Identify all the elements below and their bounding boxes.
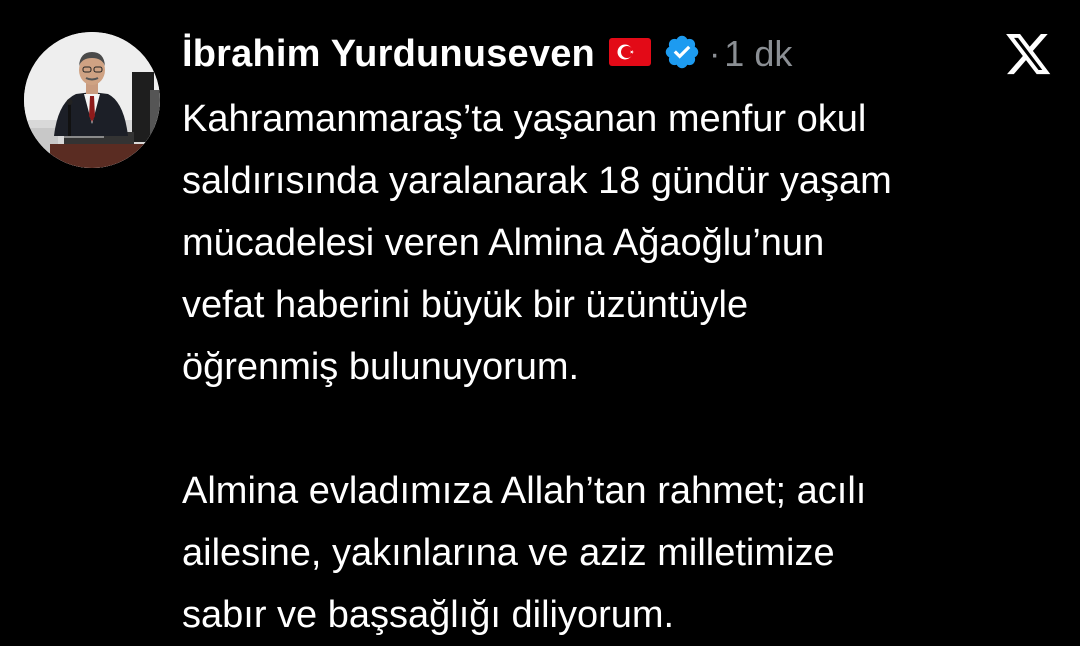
verified-badge-icon — [663, 33, 701, 76]
post-text-line: saldırısında yaralanarak 18 gündür yaşam — [182, 160, 892, 202]
post-text-line: sabır ve başsağlığı diliyorum. — [182, 594, 675, 636]
post-text-line: Kahramanmaraş’ta yaşanan menfur okul — [182, 98, 867, 140]
x-logo-icon[interactable] — [1006, 34, 1052, 76]
turkey-flag-icon — [608, 37, 651, 71]
post-text-line: vefat haberini büyük bir üzüntüyle — [182, 284, 749, 326]
post-time[interactable]: 1 dk — [724, 33, 792, 75]
post-text-line: Almina evladımıza Allah’tan rahmet; acıl… — [182, 470, 867, 512]
author-name[interactable]: İbrahim Yurdunuseven — [182, 33, 595, 76]
author-avatar[interactable] — [24, 32, 160, 168]
post-header: İbrahim Yurdunuseven · 1 dk — [182, 30, 792, 78]
post-body: Kahramanmaraş’ta yaşanan menfur okul sal… — [182, 88, 1062, 646]
post-text-line: ailesine, yakınlarına ve aziz milletimiz… — [182, 532, 835, 574]
separator-dot: · — [708, 34, 721, 73]
avatar-photo — [24, 32, 160, 168]
post-text-line: mücadelesi veren Almina Ağaoğlu’nun — [182, 222, 825, 264]
post-text-line: öğrenmiş bulunuyorum. — [182, 346, 580, 388]
paragraph-break — [182, 398, 1062, 460]
